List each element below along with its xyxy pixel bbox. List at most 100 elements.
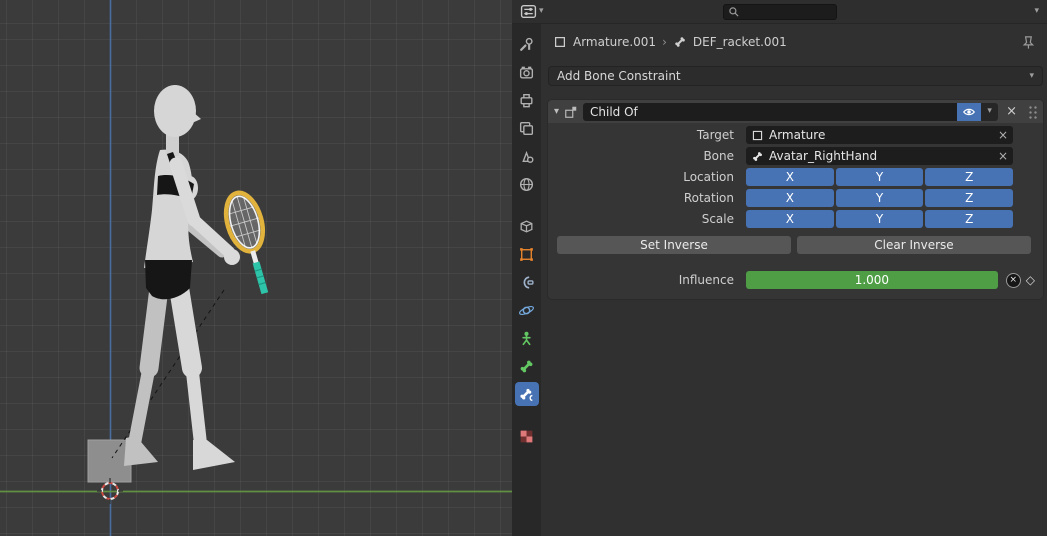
tab-output[interactable] xyxy=(515,88,539,112)
influence-row: Influence 1.000 × ◇ xyxy=(554,271,1035,289)
influence-value: 1.000 xyxy=(855,273,889,287)
constraint-visibility-toggle[interactable] xyxy=(957,103,981,121)
eye-icon xyxy=(962,105,976,119)
constraint-name-field[interactable]: Child Of xyxy=(583,103,957,121)
rotation-row: Rotation X Y Z xyxy=(554,189,1013,207)
constraint-panel-header: ▾ Child Of ▾ xyxy=(548,100,1043,123)
texture-icon xyxy=(518,428,535,445)
output-icon xyxy=(518,92,535,109)
tab-world[interactable] xyxy=(515,172,539,196)
breadcrumb-object[interactable]: Armature.001 xyxy=(573,35,656,49)
drag-handle[interactable] xyxy=(1027,104,1037,120)
physics-icon xyxy=(518,302,535,319)
constraint-relationship-line xyxy=(112,290,224,458)
search-box[interactable] xyxy=(723,4,837,20)
object-icon xyxy=(751,129,764,142)
tab-bone-constraint[interactable] xyxy=(515,382,539,406)
breadcrumb-separator: › xyxy=(662,36,667,48)
rotation-x-button[interactable]: X xyxy=(746,189,834,207)
clear-target-icon[interactable]: × xyxy=(998,129,1008,141)
scale-z-button[interactable]: Z xyxy=(925,210,1013,228)
search-icon xyxy=(728,6,740,18)
bone-row: Bone Avatar_RightHand × xyxy=(554,147,1013,165)
location-label: Location xyxy=(554,170,746,184)
tool-icon xyxy=(518,36,535,53)
clear-bone-icon[interactable]: × xyxy=(998,150,1008,162)
tab-physics[interactable] xyxy=(515,298,539,322)
tab-render[interactable] xyxy=(515,60,539,84)
set-inverse-button[interactable]: Set Inverse xyxy=(557,236,791,254)
properties-panel: Armature.001 › DEF_racket.001 Add Bone C… xyxy=(541,24,1047,536)
add-bone-constraint-button[interactable]: Add Bone Constraint ▾ xyxy=(548,66,1043,86)
target-label: Target xyxy=(554,128,746,142)
bone-icon xyxy=(673,35,687,49)
object-data-icon xyxy=(553,35,567,49)
properties-tab-column xyxy=(512,24,541,536)
inverse-buttons-row: Set Inverse Clear Inverse xyxy=(557,236,1031,254)
target-value: Armature xyxy=(769,128,993,142)
tab-object-data[interactable] xyxy=(515,326,539,350)
location-row: Location X Y Z xyxy=(554,168,1013,186)
header-menu-chevron-icon[interactable]: ▾ xyxy=(1034,7,1039,16)
rotation-y-button[interactable]: Y xyxy=(836,189,924,207)
bone-field[interactable]: Avatar_RightHand × xyxy=(746,147,1013,165)
location-z-button[interactable]: Z xyxy=(925,168,1013,186)
breadcrumb-bone[interactable]: DEF_racket.001 xyxy=(693,35,787,49)
tab-constraints[interactable] xyxy=(515,270,539,294)
target-row: Target Armature × xyxy=(554,126,1013,144)
tennis-racket-model[interactable] xyxy=(220,189,281,298)
chevron-down-icon: ▾ xyxy=(987,107,992,116)
editor-type-button[interactable]: ▾ xyxy=(520,3,544,20)
bone-constraint-icon xyxy=(518,386,535,403)
bone-label: Bone xyxy=(554,149,746,163)
tab-collection[interactable] xyxy=(515,214,539,238)
rotation-z-button[interactable]: Z xyxy=(925,189,1013,207)
constraint-extras-dropdown[interactable]: ▾ xyxy=(981,103,998,121)
tab-bone[interactable] xyxy=(515,354,539,378)
chevron-down-icon: ▾ xyxy=(539,7,544,16)
delete-constraint-button[interactable]: × xyxy=(1003,105,1020,118)
scale-y-button[interactable]: Y xyxy=(836,210,924,228)
blender-window: ▾ ▾ xyxy=(0,0,1047,536)
properties-header: ▾ ▾ xyxy=(512,0,1047,24)
scale-label: Scale xyxy=(554,212,746,226)
collection-icon xyxy=(518,218,535,235)
influence-slider[interactable]: 1.000 xyxy=(746,271,998,289)
search-input[interactable] xyxy=(744,5,832,19)
breadcrumb: Armature.001 › DEF_racket.001 xyxy=(541,24,1047,54)
view-layer-icon xyxy=(518,120,535,137)
pin-icon[interactable] xyxy=(1020,35,1035,50)
clear-inverse-button[interactable]: Clear Inverse xyxy=(797,236,1031,254)
properties-editor-icon xyxy=(520,3,537,20)
chevron-down-icon: ▾ xyxy=(1029,72,1034,81)
tab-tool[interactable] xyxy=(515,32,539,56)
child-of-constraint-icon xyxy=(564,105,578,119)
viewport-scene xyxy=(0,0,512,536)
render-icon xyxy=(518,64,535,81)
expand-chevron-icon[interactable]: ▾ xyxy=(554,107,559,117)
scale-row: Scale X Y Z xyxy=(554,210,1013,228)
constraints-icon xyxy=(518,274,535,291)
add-bone-constraint-label: Add Bone Constraint xyxy=(557,69,681,83)
tab-object[interactable] xyxy=(515,242,539,266)
rotation-label: Rotation xyxy=(554,191,746,205)
3d-viewport[interactable] xyxy=(0,0,512,536)
clear-animation-icon[interactable]: × xyxy=(1006,273,1021,288)
target-field[interactable]: Armature × xyxy=(746,126,1013,144)
constraint-name-group: Child Of ▾ xyxy=(583,103,998,121)
keyframe-diamond-icon[interactable]: ◇ xyxy=(1026,274,1035,286)
scene-icon xyxy=(518,148,535,165)
armature-data-icon xyxy=(518,330,535,347)
character-model[interactable] xyxy=(124,85,240,470)
influence-label: Influence xyxy=(554,273,746,287)
bone-value: Avatar_RightHand xyxy=(769,149,993,163)
location-x-button[interactable]: X xyxy=(746,168,834,186)
tab-scene[interactable] xyxy=(515,144,539,168)
location-y-button[interactable]: Y xyxy=(836,168,924,186)
tab-view-layer[interactable] xyxy=(515,116,539,140)
object-icon xyxy=(518,246,535,263)
bone-icon xyxy=(751,150,764,163)
scale-x-button[interactable]: X xyxy=(746,210,834,228)
tab-texture[interactable] xyxy=(515,424,539,448)
world-icon xyxy=(518,176,535,193)
